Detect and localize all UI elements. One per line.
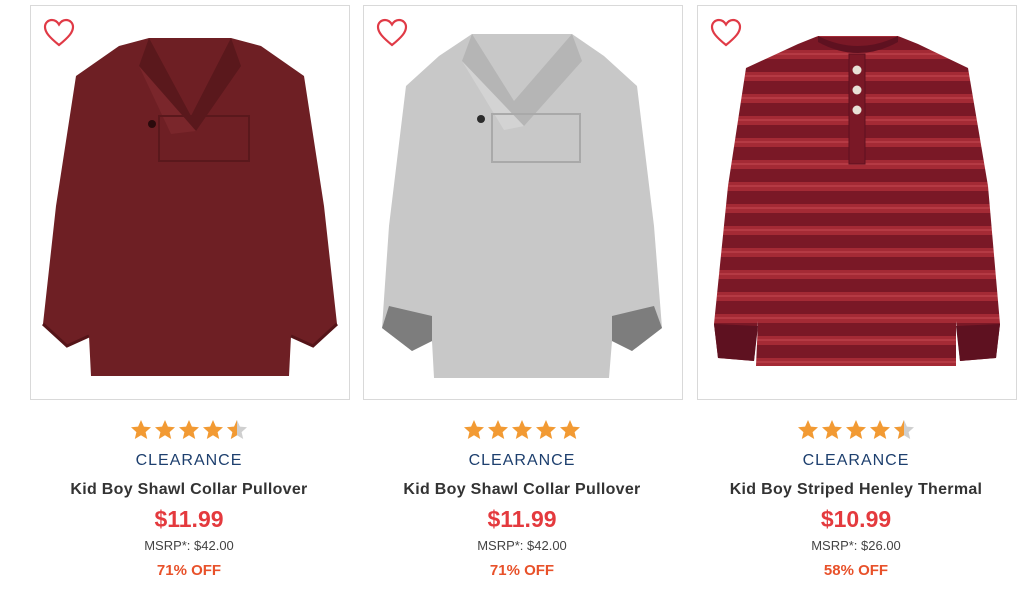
star-full-icon xyxy=(153,418,177,442)
star-full-icon xyxy=(558,418,582,442)
clearance-badge: CLEARANCE xyxy=(802,452,910,469)
msrp-price: MSRP*: $26.00 xyxy=(811,538,901,553)
star-full-icon xyxy=(820,418,844,442)
discount-percent: 58% OFF xyxy=(823,562,889,579)
clearance-badge: CLEARANCE xyxy=(468,452,576,469)
sale-price: $10.99 xyxy=(820,506,892,532)
favorite-heart-icon[interactable] xyxy=(710,18,742,48)
discount-percent: 71% OFF xyxy=(489,562,555,579)
star-half-icon xyxy=(225,418,249,442)
product-image xyxy=(714,36,1000,366)
msrp-price: MSRP*: $42.00 xyxy=(144,538,234,553)
rating-stars xyxy=(363,418,681,442)
star-full-icon xyxy=(868,418,892,442)
product-image-link[interactable] xyxy=(30,5,350,400)
product-card[interactable]: CLEARANCE Kid Boy Striped Henley Thermal… xyxy=(697,0,1017,602)
star-full-icon xyxy=(486,418,510,442)
product-image xyxy=(41,38,339,376)
product-image xyxy=(382,34,662,378)
product-card[interactable]: CLEARANCE Kid Boy Shawl Collar Pullover … xyxy=(30,0,350,602)
star-full-icon xyxy=(462,418,486,442)
discount-percent: 71% OFF xyxy=(156,562,222,579)
product-image-link[interactable] xyxy=(363,5,683,400)
rating-stars xyxy=(697,418,1015,442)
product-name-link[interactable]: Kid Boy Shawl Collar Pullover xyxy=(30,481,348,499)
clearance-badge: CLEARANCE xyxy=(135,452,243,469)
product-name-link[interactable]: Kid Boy Shawl Collar Pullover xyxy=(363,481,681,499)
sale-price: $11.99 xyxy=(154,506,224,532)
star-full-icon xyxy=(201,418,225,442)
product-image-link[interactable] xyxy=(697,5,1017,400)
star-full-icon xyxy=(177,418,201,442)
star-full-icon xyxy=(844,418,868,442)
star-full-icon xyxy=(129,418,153,442)
favorite-heart-icon[interactable] xyxy=(43,18,75,48)
star-full-icon xyxy=(510,418,534,442)
product-name-link[interactable]: Kid Boy Striped Henley Thermal xyxy=(697,481,1015,499)
sale-price: $11.99 xyxy=(487,506,557,532)
rating-stars xyxy=(30,418,348,442)
favorite-heart-icon[interactable] xyxy=(376,18,408,48)
star-half-icon xyxy=(892,418,916,442)
star-full-icon xyxy=(534,418,558,442)
star-full-icon xyxy=(796,418,820,442)
product-card[interactable]: CLEARANCE Kid Boy Shawl Collar Pullover … xyxy=(363,0,683,602)
msrp-price: MSRP*: $42.00 xyxy=(477,538,567,553)
